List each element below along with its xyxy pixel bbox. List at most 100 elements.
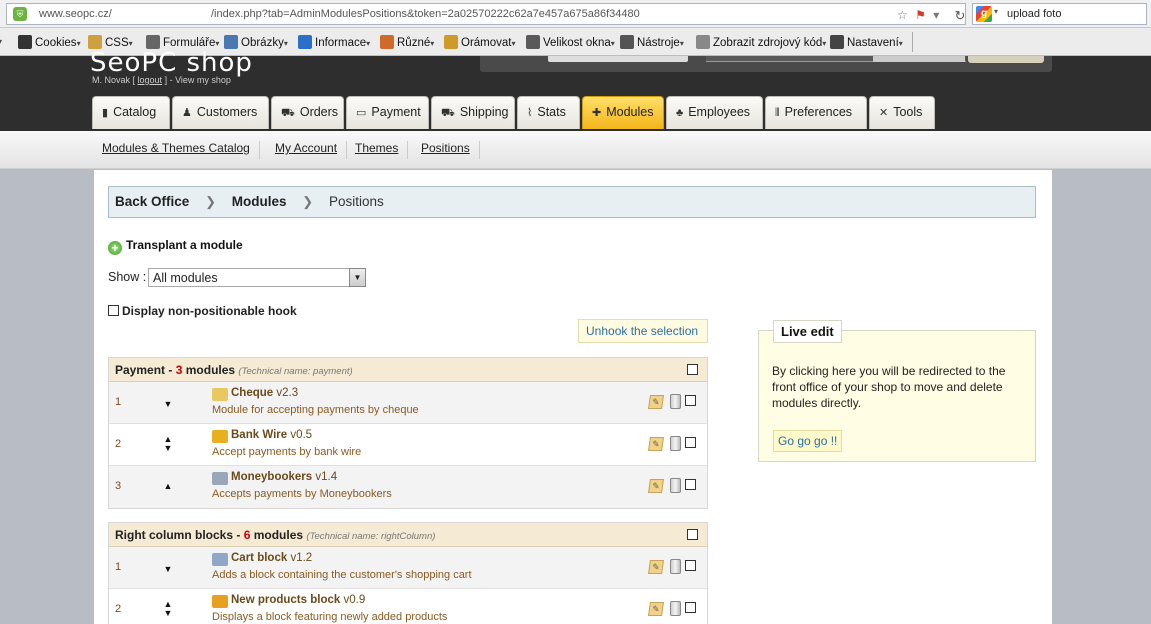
flag-icon[interactable]: ⚑ [915, 8, 926, 22]
tab-modules[interactable]: ✚ Modules [582, 96, 664, 129]
move-arrows[interactable]: ▲ ▼ [161, 600, 175, 618]
logout-link[interactable]: logout [138, 75, 163, 85]
url-bar[interactable]: ⛨ www.seopc.cz/ /index.php?tab=AdminModu… [6, 3, 966, 25]
module-description: Accepts payments by Moneybookers [212, 488, 392, 500]
toolbar-item-6[interactable]: Orámovat▾ [444, 35, 516, 49]
toolbar-item-label: Velikost okna [543, 37, 611, 49]
trash-icon[interactable] [670, 436, 681, 451]
toolbar-item-8[interactable]: Nástroje▾ [620, 35, 684, 49]
header-search-button[interactable] [968, 56, 1044, 63]
subnav-link-3[interactable]: Positions [421, 141, 480, 159]
edit-icon[interactable]: ✎ [648, 395, 664, 409]
customers-icon: ♟ [182, 107, 192, 119]
info-icon [298, 35, 312, 49]
tab-orders[interactable]: ⛟ Orders [271, 96, 344, 129]
trash-icon[interactable] [670, 559, 681, 574]
toolbar-item-2[interactable]: Formuláře▾ [146, 35, 219, 49]
module-name[interactable]: Cheque v2.3 [231, 387, 298, 399]
breadcrumb-modules[interactable]: Modules [232, 194, 287, 209]
dropdown-icon[interactable]: ▾ [933, 8, 939, 22]
edit-icon[interactable]: ✎ [648, 602, 664, 616]
tab-label: Orders [299, 105, 339, 119]
tab-label: Tools [893, 105, 923, 119]
module-position: 1 [115, 396, 122, 408]
edit-icon[interactable]: ✎ [648, 479, 664, 493]
show-label: Show : [108, 270, 147, 284]
edit-icon[interactable]: ✎ [648, 437, 664, 451]
pencil-icon [444, 35, 458, 49]
tab-label: Modules [606, 105, 654, 119]
transplant-module-link[interactable]: + Transplant a module [108, 238, 243, 255]
search-input[interactable]: upload foto [1007, 8, 1061, 20]
view-shop-link[interactable]: View my shop [175, 75, 231, 85]
hook-select-all-checkbox[interactable] [687, 364, 698, 375]
module-logo-icon [212, 430, 228, 443]
module-logo-icon [212, 595, 228, 608]
trash-icon[interactable] [670, 601, 681, 616]
tab-catalog[interactable]: ▮ Catalog [92, 96, 170, 129]
search-bar[interactable]: g ▾ upload foto [972, 3, 1147, 25]
tab-employees[interactable]: ♣ Employees [666, 96, 763, 129]
toolbar-item-9[interactable]: Zobrazit zdrojový kód▾ [696, 35, 826, 49]
move-arrows[interactable]: ▲ ▼ [161, 435, 175, 453]
transplant-label: Transplant a module [126, 238, 243, 252]
tab-payment[interactable]: ▭ Payment [346, 96, 429, 129]
unhook-selection-button[interactable]: Unhook the selection [578, 319, 708, 343]
module-version: v0.5 [290, 429, 313, 441]
toolbar-item-7[interactable]: Velikost okna▾ [526, 35, 615, 49]
chevron-down-icon[interactable]: ▼ [349, 268, 366, 287]
toolbar-item-3[interactable]: Obrázky▾ [224, 35, 288, 49]
tab-customers[interactable]: ♟ Customers [172, 96, 269, 129]
chevron-down-icon: ▾ [76, 39, 81, 48]
tab-tools[interactable]: ✕ Tools [869, 96, 935, 129]
chevron-down-icon: ▾ [430, 39, 435, 48]
module-description: Module for accepting payments by cheque [212, 404, 419, 416]
module-select-checkbox[interactable] [685, 602, 696, 613]
module-row: 2 ▲ ▼ Bank Wire v0.5 Accept payments by bank… [109, 424, 707, 466]
trash-icon[interactable] [670, 478, 681, 493]
subnav-link-1[interactable]: My Account [275, 141, 348, 159]
module-name[interactable]: Moneybookers v1.4 [231, 471, 337, 483]
chart-icon: ⌇ [527, 107, 533, 119]
module-select-checkbox[interactable] [685, 479, 696, 490]
show-select-value: All modules [153, 271, 218, 285]
module-name[interactable]: New products block v0.9 [231, 594, 365, 606]
module-name[interactable]: Cart block v1.2 [231, 552, 312, 564]
hook-select-all-checkbox[interactable] [687, 529, 698, 540]
show-filter: Show : All modules ▼ [108, 268, 366, 287]
module-select-checkbox[interactable] [685, 437, 696, 448]
truck-icon: ⛟ [441, 107, 455, 119]
toolbar-overflow-caret[interactable]: ▾ [0, 35, 2, 47]
header-search-type[interactable] [873, 56, 965, 62]
toolbar-item-label: Nastavení [847, 37, 899, 49]
edit-icon[interactable]: ✎ [648, 560, 664, 574]
live-edit-button[interactable]: Go go go !! [773, 430, 843, 452]
show-select[interactable]: All modules ▼ [148, 268, 366, 287]
search-engine-icon[interactable]: g [976, 6, 992, 22]
nonpositionable-checkbox[interactable] [108, 305, 119, 316]
module-name[interactable]: Bank Wire v0.5 [231, 429, 312, 441]
breadcrumb-back-office[interactable]: Back Office [115, 194, 189, 209]
move-arrows[interactable]: ▼ [161, 565, 175, 574]
module-select-checkbox[interactable] [685, 560, 696, 571]
tab-shipping[interactable]: ⛟ Shipping [431, 96, 515, 129]
toolbar-item-0[interactable]: Cookies▾ [18, 35, 81, 49]
move-arrows[interactable]: ▲ [161, 482, 175, 491]
url-path: /index.php?tab=AdminModulesPositions&tok… [211, 8, 640, 20]
module-select-checkbox[interactable] [685, 395, 696, 406]
toolbar-item-4[interactable]: Informace▾ [298, 35, 370, 49]
bookmark-star-icon[interactable]: ☆ [897, 8, 908, 22]
reload-icon[interactable]: ↻ [951, 8, 969, 26]
trash-icon[interactable] [670, 394, 681, 409]
toolbar-item-1[interactable]: CSS▾ [88, 35, 133, 49]
toolbar-item-10[interactable]: Nastavení▾ [830, 35, 903, 49]
tab-stats[interactable]: ⌇ Stats [517, 96, 580, 129]
hook-title: Payment [115, 363, 166, 377]
toolbar-item-5[interactable]: Různé▾ [380, 35, 434, 49]
tab-preferences[interactable]: ⫴ Preferences [765, 96, 867, 129]
search-engine-dropdown-icon[interactable]: ▾ [994, 7, 998, 16]
move-arrows[interactable]: ▼ [161, 400, 175, 409]
subnav-link-2[interactable]: Themes [355, 141, 409, 159]
subnav-link-0[interactable]: Modules & Themes Catalog [102, 141, 260, 159]
header-search-select[interactable] [548, 56, 688, 62]
